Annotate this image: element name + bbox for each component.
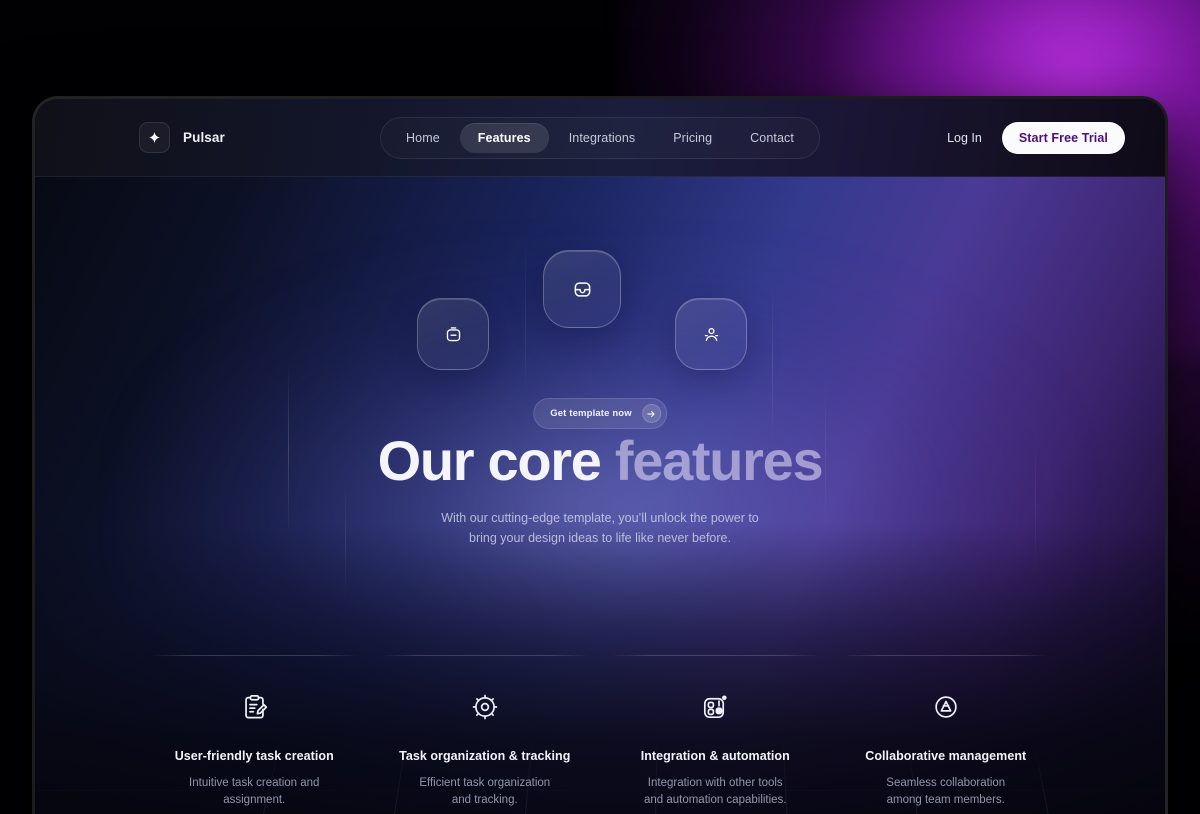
nav-item-pricing[interactable]: Pricing bbox=[655, 123, 730, 153]
floating-card-user[interactable] bbox=[675, 298, 747, 370]
nav-item-home[interactable]: Home bbox=[388, 123, 458, 153]
nav-item-integrations[interactable]: Integrations bbox=[551, 123, 654, 153]
nav-menu: Home Features Integrations Pricing Conta… bbox=[380, 116, 820, 159]
target-tracking-icon bbox=[388, 692, 583, 722]
top-navigation-bar: Pulsar Home Features Integrations Pricin… bbox=[35, 99, 1165, 177]
user-icon bbox=[703, 326, 720, 343]
feature-card-collaboration[interactable]: Collaborative management Seamless collab… bbox=[831, 655, 1062, 814]
feature-card-task-creation[interactable]: User-friendly task creation Intuitive ta… bbox=[139, 655, 370, 814]
feature-desc-line-2: and automation capabilities. bbox=[643, 793, 787, 806]
arrow-right-icon bbox=[641, 404, 661, 423]
nav-item-features[interactable]: Features bbox=[459, 122, 549, 153]
hero-subtitle-line-2: bring your design ideas to life like nev… bbox=[469, 531, 731, 546]
feature-card-task-organization[interactable]: Task organization & tracking Efficient t… bbox=[370, 655, 601, 814]
feature-card-body: Integration & automation Integration wit… bbox=[612, 656, 819, 814]
feature-description: Seamless collaboration among team member… bbox=[849, 775, 1044, 809]
clipboard-edit-icon bbox=[157, 692, 352, 722]
task-box-icon bbox=[445, 326, 462, 343]
feature-desc-line-1: Efficient task organization bbox=[419, 777, 551, 789]
nav-item-contact[interactable]: Contact bbox=[732, 123, 812, 153]
browser-window-frame: Pulsar Home Features Integrations Pricin… bbox=[32, 96, 1168, 814]
feature-desc-line-2: among team members. bbox=[886, 793, 1005, 806]
hero-section: Get template now Our core features With … bbox=[35, 177, 1165, 814]
page-title-bright: Our core bbox=[377, 429, 615, 492]
feature-card-body: Collaborative management Seamless collab… bbox=[843, 656, 1050, 814]
feature-desc-line-1: Seamless collaboration bbox=[886, 777, 1006, 789]
inbox-icon bbox=[573, 280, 592, 299]
feature-title: Integration & automation bbox=[640, 749, 790, 763]
feature-title: Task organization & tracking bbox=[399, 749, 571, 763]
feature-title: Collaborative management bbox=[865, 749, 1027, 763]
get-template-label: Get template now bbox=[550, 408, 632, 419]
brand[interactable]: Pulsar bbox=[57, 122, 307, 153]
feature-description: Integration with other tools and automat… bbox=[618, 775, 813, 809]
hero-subtitle: With our cutting-edge template, you’ll u… bbox=[35, 508, 1165, 549]
page-backdrop: Pulsar Home Features Integrations Pricin… bbox=[0, 0, 1200, 814]
sparkle-icon bbox=[139, 122, 170, 153]
feature-desc-line-2: assignment. bbox=[223, 793, 286, 806]
login-link[interactable]: Log In bbox=[947, 131, 982, 145]
page-title-fade: features bbox=[614, 429, 824, 492]
feature-desc-line-2: and tracking. bbox=[451, 793, 518, 806]
feature-title: User-friendly task creation bbox=[174, 749, 334, 763]
feature-card-body: Task organization & tracking Efficient t… bbox=[382, 656, 589, 814]
feature-description: Intuitive task creation and assignment. bbox=[157, 775, 352, 809]
floating-card-task[interactable] bbox=[417, 298, 489, 370]
integration-blocks-icon bbox=[618, 692, 813, 722]
floating-card-inbox[interactable] bbox=[543, 250, 621, 328]
feature-grid: User-friendly task creation Intuitive ta… bbox=[139, 655, 1061, 814]
hero-subtitle-line-1: With our cutting-edge template, you’ll u… bbox=[441, 510, 759, 525]
brand-name: Pulsar bbox=[183, 130, 225, 145]
feature-card-integration[interactable]: Integration & automation Integration wit… bbox=[600, 655, 831, 814]
page-title: Our core features bbox=[35, 429, 1165, 492]
feature-desc-line-1: Integration with other tools bbox=[647, 777, 783, 789]
collaboration-badge-icon bbox=[849, 692, 1044, 722]
nav-actions: Log In Start Free Trial bbox=[947, 121, 1125, 154]
feature-desc-line-1: Intuitive task creation and bbox=[189, 777, 320, 789]
feature-card-body: User-friendly task creation Intuitive ta… bbox=[151, 656, 358, 814]
start-free-trial-button[interactable]: Start Free Trial bbox=[1001, 121, 1125, 154]
hero-text-block: Our core features With our cutting-edge … bbox=[35, 429, 1165, 549]
feature-description: Efficient task organization and tracking… bbox=[388, 775, 583, 809]
browser-viewport: Pulsar Home Features Integrations Pricin… bbox=[35, 99, 1165, 814]
get-template-now-button[interactable]: Get template now bbox=[533, 398, 667, 429]
